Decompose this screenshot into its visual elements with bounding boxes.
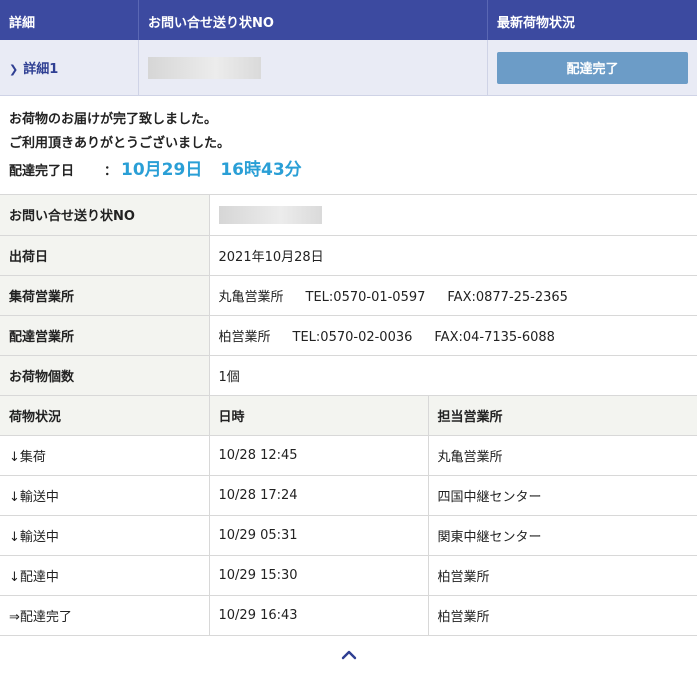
table-row: ⇒配達完了 10/29 16:43 柏営業所 [0,595,697,636]
info-label: 配達営業所 [0,315,210,356]
history-office: 丸亀営業所 [428,435,697,476]
message-line-2: ご利用頂きありがとうございました。 [9,136,231,151]
status-button[interactable]: 配達完了 [497,51,688,84]
history-office: 関東中継センター [428,515,697,556]
shipment-info-table: お問い合せ送り状NO 出荷日 2021年10月28日 集荷営業所 丸亀営業所 TE… [0,195,697,396]
detail-cell: ❯ 詳細1 [0,40,139,95]
header-tracking-no: お問い合せ送り状NO [139,0,488,40]
masked-tracking-number [148,56,261,79]
header-detail: 詳細 [0,0,139,40]
tracking-no-cell [139,40,488,95]
history-status: ↓輸送中 [0,515,210,556]
history-office: 柏営業所 [428,595,697,636]
history-status: ⇒配達完了 [0,595,210,636]
tracking-history-table: 荷物状況 日時 担当営業所 ↓集荷 10/28 12:45 丸亀営業所 ↓輸送中… [0,395,697,636]
delivered-datetime: 配達完了日 ： 10月29日 16時43分 [9,158,688,184]
delivered-colon: ： [104,164,118,179]
info-row-count: お荷物個数 1個 [0,355,697,396]
info-row-ship-date: 出荷日 2021年10月28日 [0,235,697,276]
status-cell: 配達完了 [488,40,697,95]
info-label: 出荷日 [0,235,210,276]
delivery-office-tel: TEL:0570-02-0036 [292,329,413,345]
info-label: お問い合せ送り状NO [0,195,210,236]
summary-row: ❯ 詳細1 配達完了 [0,40,697,96]
info-label: お荷物個数 [0,355,210,396]
info-row-pickup-office: 集荷営業所 丸亀営業所 TEL:0570-01-0597 FAX:0877-25-2… [0,275,697,316]
table-row: ↓輸送中 10/29 05:31 関東中継センター [0,515,697,556]
history-datetime: 10/29 16:43 [209,595,429,636]
history-datetime: 10/28 12:45 [209,435,429,476]
delivery-message: お荷物のお届けが完了致しました。 ご利用頂きありがとうございました。 配達完了日… [0,96,697,195]
pickup-office-tel: TEL:0570-01-0597 [305,289,426,305]
table-row: ↓集荷 10/28 12:45 丸亀営業所 [0,435,697,476]
detail-toggle-label: 詳細1 [23,62,59,77]
table-row: ↓輸送中 10/28 17:24 四国中継センター [0,475,697,516]
message-line-1: お荷物のお届けが完了致しました。 [9,112,218,127]
history-status: ↓輸送中 [0,475,210,516]
detail-toggle[interactable]: ❯ 詳細1 [9,58,58,77]
history-header-datetime: 日時 [209,395,429,436]
pickup-office-fax: FAX:0877-25-2365 [447,289,568,305]
scroll-to-top-button[interactable] [0,636,697,665]
package-count: 1個 [209,355,697,396]
chevron-up-icon [341,650,356,660]
history-datetime: 10/28 17:24 [209,475,429,516]
masked-tracking-number [218,205,322,224]
info-row-tracking: お問い合せ送り状NO [0,195,697,236]
info-label: 集荷営業所 [0,275,210,316]
header-latest-status: 最新荷物状況 [497,16,576,31]
delivery-office-fax: FAX:04-7135-6088 [434,329,555,345]
delivery-office-name: 柏営業所 [218,329,271,345]
history-datetime: 10/29 15:30 [209,555,429,596]
history-status: ↓配達中 [0,555,210,596]
history-header-row: 荷物状況 日時 担当営業所 [0,395,697,436]
delivered-time: 16時43分 [220,160,302,180]
history-status: ↓集荷 [0,435,210,476]
ship-date-value: 2021年10月28日 [209,235,697,276]
pickup-office-name: 丸亀営業所 [218,289,284,305]
history-datetime: 10/29 05:31 [209,515,429,556]
table-row: ↓配達中 10/29 15:30 柏営業所 [0,555,697,596]
history-office: 四国中継センター [428,475,697,516]
history-header-office: 担当営業所 [428,395,697,436]
history-header-status: 荷物状況 [0,395,210,436]
delivered-date: 10月29日 [121,160,203,180]
chevron-down-icon: ❯ [9,63,19,76]
delivered-label: 配達完了日 [9,164,75,179]
history-office: 柏営業所 [428,555,697,596]
result-table-header: 詳細 お問い合せ送り状NO 最新荷物状況 [0,0,697,40]
info-row-delivery-office: 配達営業所 柏営業所 TEL:0570-02-0036 FAX:04-7135-60… [0,315,697,356]
